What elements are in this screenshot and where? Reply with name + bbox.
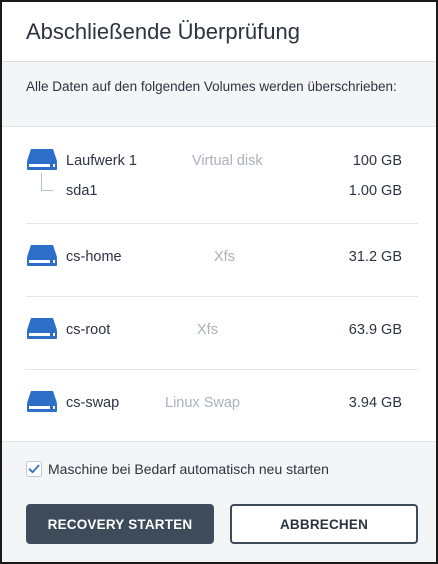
row-divider xyxy=(26,223,418,224)
volume-name: cs-home xyxy=(66,249,122,265)
start-recovery-button[interactable]: RECOVERY STARTEN xyxy=(26,504,214,544)
auto-restart-option[interactable]: Maschine bei Bedarf automatisch neu star… xyxy=(26,460,329,478)
row-divider xyxy=(26,369,418,370)
final-review-dialog: Abschließende Überprüfung Alle Daten auf… xyxy=(0,0,438,564)
volume-name: cs-swap xyxy=(66,395,120,411)
restart-checkbox[interactable] xyxy=(26,461,42,477)
disk-icon xyxy=(27,391,57,412)
dialog-title: Abschließende Überprüfung xyxy=(26,19,300,44)
volume-type: Virtual disk xyxy=(192,153,263,169)
volume-type: Xfs xyxy=(214,249,235,265)
restart-label[interactable]: Maschine bei Bedarf automatisch neu star… xyxy=(48,461,329,477)
volume-type: Xfs xyxy=(197,322,218,338)
row-divider xyxy=(26,296,418,297)
tree-connector xyxy=(41,173,53,191)
volume-type: Linux Swap xyxy=(165,395,240,411)
volume-size: 3.94 GB xyxy=(348,395,402,411)
overwrite-warning: Alle Daten auf den folgenden Volumes wer… xyxy=(26,79,397,94)
disk-icon xyxy=(27,245,57,266)
disk-icon xyxy=(27,149,57,170)
cancel-button[interactable]: ABBRECHEN xyxy=(230,504,418,544)
disk-icon xyxy=(27,318,57,339)
volume-list: Laufwerk 1 Virtual disk 100 GB sda1 1.00… xyxy=(2,126,436,442)
volume-size: 100 GB xyxy=(352,153,402,169)
volume-size: 63.9 GB xyxy=(348,322,402,338)
dialog-header: Abschließende Überprüfung xyxy=(2,2,436,62)
volume-name: cs-root xyxy=(66,322,111,338)
partition-size: 1.00 GB xyxy=(348,183,402,199)
volume-name: Laufwerk 1 xyxy=(66,153,137,169)
volume-size: 31.2 GB xyxy=(348,249,402,265)
partition-name: sda1 xyxy=(66,183,98,199)
